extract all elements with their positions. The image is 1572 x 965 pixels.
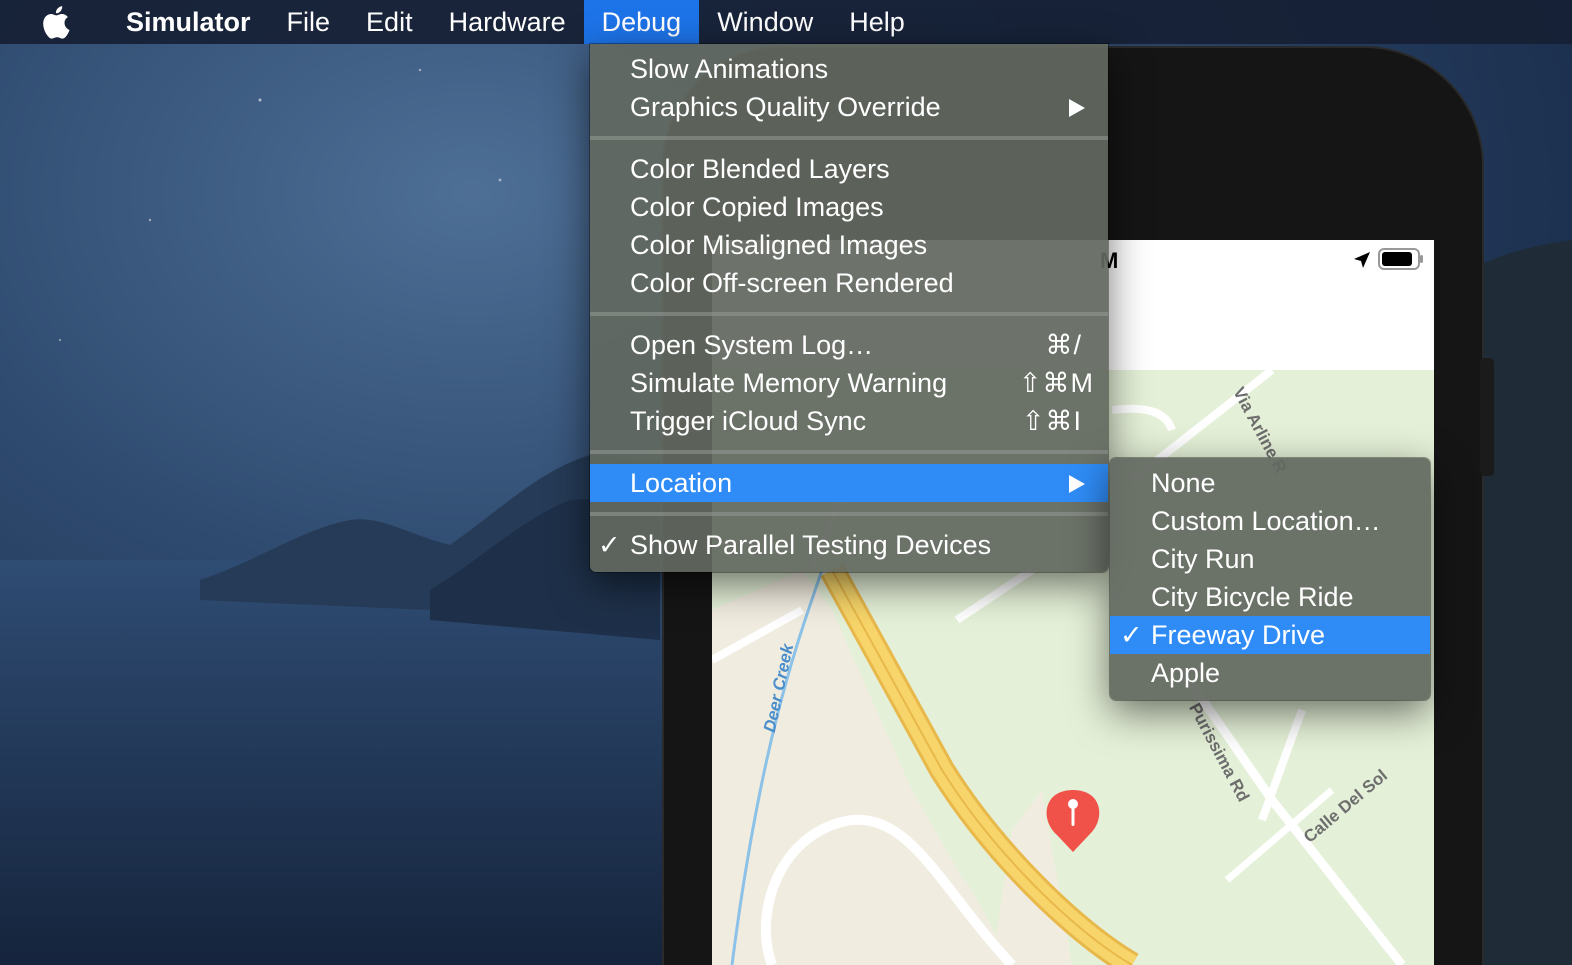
device-side-button[interactable] <box>1480 358 1494 476</box>
menu-item-shortcut: ⇧⌘I <box>1021 406 1082 436</box>
submenu-arrow-icon <box>1069 99 1085 117</box>
menu-help[interactable]: Help <box>831 0 923 44</box>
checkmark-icon: ✓ <box>1120 620 1143 650</box>
menu-separator <box>590 312 1108 316</box>
menu-item-label: Trigger iCloud Sync <box>630 406 867 436</box>
menu-item-label: Apple <box>1151 658 1221 688</box>
menu-window[interactable]: Window <box>699 0 831 44</box>
submenu-arrow-icon <box>1069 475 1085 493</box>
menu-item-location[interactable]: Location <box>590 464 1108 502</box>
menu-app-simulator[interactable]: Simulator <box>108 0 269 44</box>
location-arrow-icon <box>1354 252 1370 268</box>
menu-item-label: Color Off-screen Rendered <box>630 268 954 298</box>
menu-item-trigger-icloud-sync[interactable]: Trigger iCloud Sync ⇧⌘I <box>590 402 1108 440</box>
menu-item-label: None <box>1151 468 1216 498</box>
menu-item-label: Open System Log… <box>630 330 874 360</box>
location-item-none[interactable]: None <box>1110 464 1430 502</box>
menu-item-color-misaligned-images[interactable]: Color Misaligned Images <box>590 226 1108 264</box>
menu-item-label: Graphics Quality Override <box>630 92 941 122</box>
menu-item-label: Color Copied Images <box>630 192 884 222</box>
menu-item-color-blended-layers[interactable]: Color Blended Layers <box>590 150 1108 188</box>
menu-separator <box>590 512 1108 516</box>
menu-item-label: City Run <box>1151 544 1255 574</box>
menu-item-label: City Bicycle Ride <box>1151 582 1354 612</box>
menu-hardware[interactable]: Hardware <box>431 0 584 44</box>
menu-item-shortcut: ⇧⌘M <box>1018 368 1094 398</box>
menu-item-slow-animations[interactable]: Slow Animations <box>590 50 1108 88</box>
apple-logo-icon[interactable] <box>40 5 70 39</box>
menu-item-show-parallel-testing-devices[interactable]: ✓ Show Parallel Testing Devices <box>590 526 1108 564</box>
menu-item-label: Custom Location… <box>1151 506 1381 536</box>
menu-item-color-copied-images[interactable]: Color Copied Images <box>590 188 1108 226</box>
menu-item-label: Show Parallel Testing Devices <box>630 530 992 560</box>
location-item-apple[interactable]: Apple <box>1110 654 1430 692</box>
menu-bar: Simulator File Edit Hardware Debug Windo… <box>0 0 1572 44</box>
checkmark-icon: ✓ <box>598 530 621 560</box>
battery-icon <box>1378 248 1423 270</box>
location-item-city-bicycle-ride[interactable]: City Bicycle Ride <box>1110 578 1430 616</box>
menu-item-label: Freeway Drive <box>1151 620 1326 650</box>
location-submenu: None Custom Location… City Run City Bicy… <box>1110 458 1430 700</box>
menu-item-label: Color Misaligned Images <box>630 230 928 260</box>
menu-separator <box>590 136 1108 140</box>
menu-item-graphics-quality-override[interactable]: Graphics Quality Override <box>590 88 1108 126</box>
menu-item-shortcut: ⌘/ <box>1045 330 1082 360</box>
menu-edit[interactable]: Edit <box>348 0 431 44</box>
location-item-city-run[interactable]: City Run <box>1110 540 1430 578</box>
menu-item-label: Simulate Memory Warning <box>630 368 948 398</box>
location-item-freeway-drive[interactable]: ✓ Freeway Drive <box>1110 616 1430 654</box>
menu-file[interactable]: File <box>269 0 349 44</box>
menu-item-simulate-memory-warning[interactable]: Simulate Memory Warning ⇧⌘M <box>590 364 1108 402</box>
menu-separator <box>590 450 1108 454</box>
menu-item-open-system-log[interactable]: Open System Log… ⌘/ <box>590 326 1108 364</box>
menu-item-label: Color Blended Layers <box>630 154 890 184</box>
location-item-custom-location[interactable]: Custom Location… <box>1110 502 1430 540</box>
menu-item-label: Location <box>630 468 733 498</box>
menu-item-color-off-screen-rendered[interactable]: Color Off-screen Rendered <box>590 264 1108 302</box>
debug-menu: Slow Animations Graphics Quality Overrid… <box>590 44 1108 572</box>
menu-debug[interactable]: Debug <box>583 0 700 44</box>
menu-item-label: Slow Animations <box>630 54 829 84</box>
